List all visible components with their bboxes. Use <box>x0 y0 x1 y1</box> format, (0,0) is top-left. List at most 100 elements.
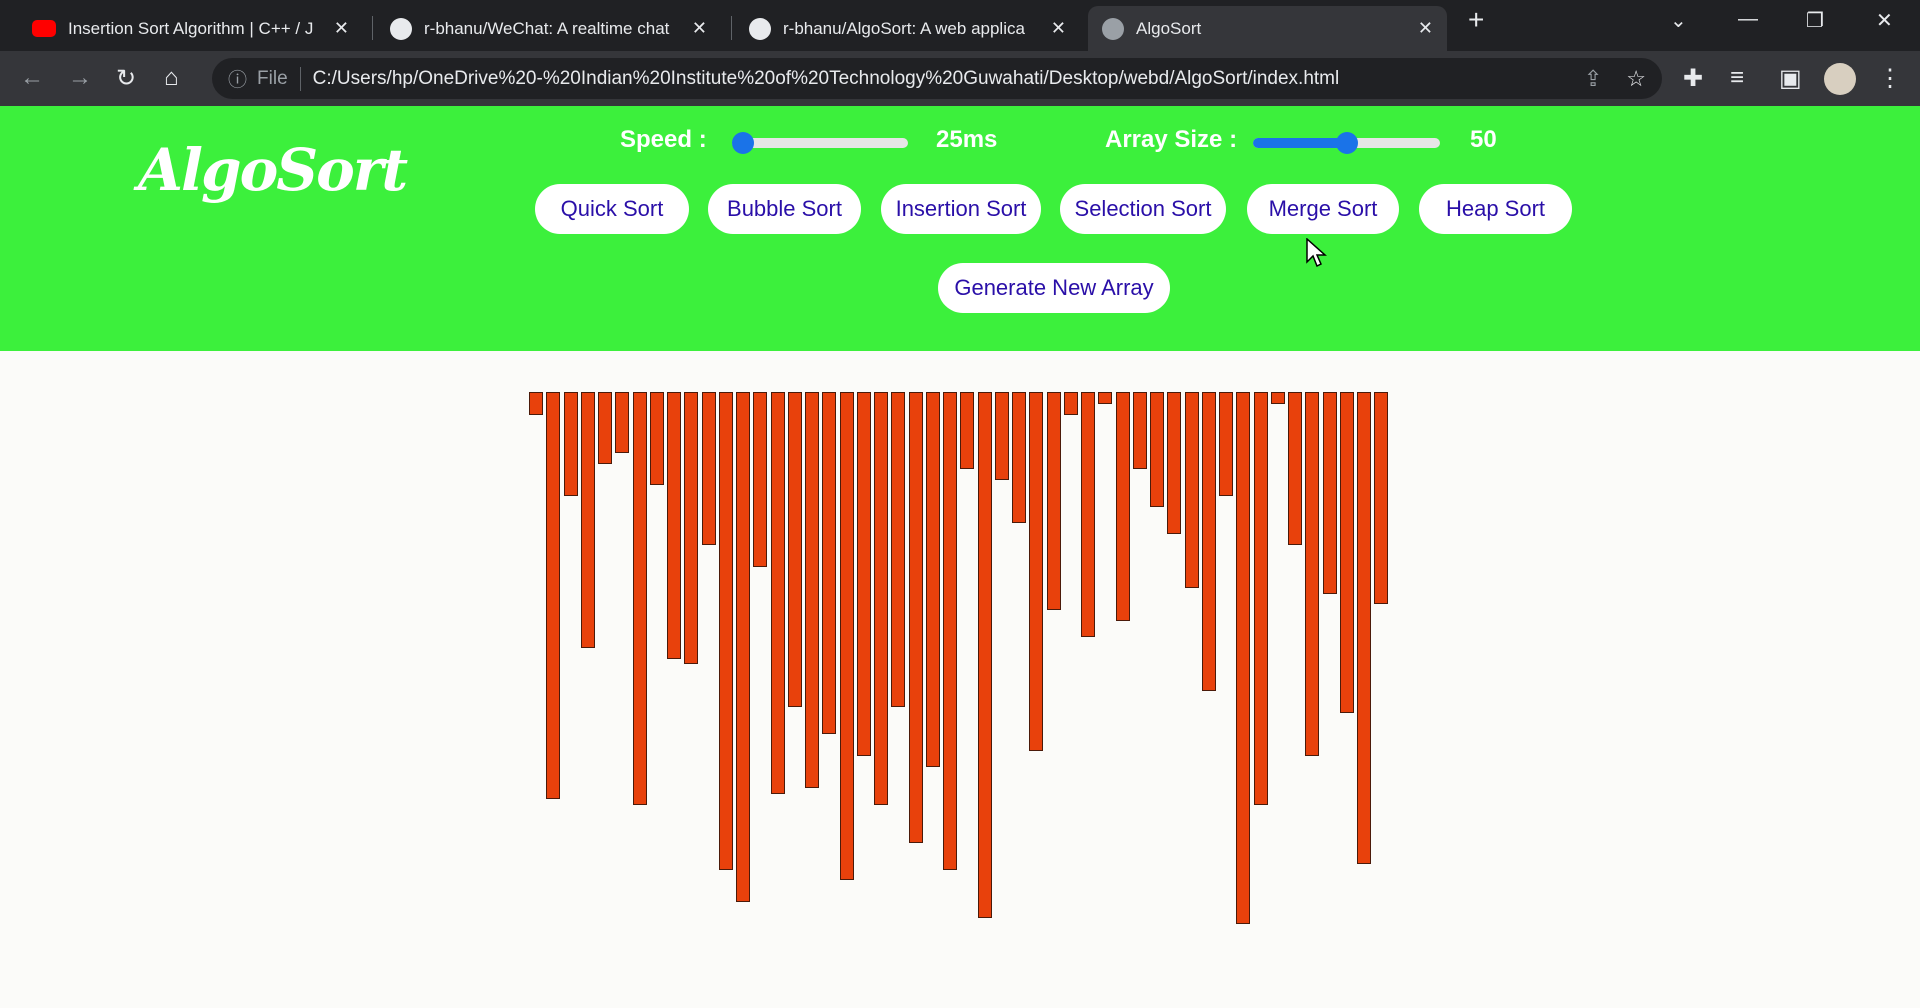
array-bar <box>874 392 888 805</box>
array-bar <box>1115 392 1130 621</box>
array-bar <box>1339 392 1354 713</box>
array-bar <box>598 392 612 464</box>
merge-sort-button[interactable]: Merge Sort <box>1247 184 1399 234</box>
insertion-sort-button[interactable]: Insertion Sort <box>881 184 1041 234</box>
address-bar[interactable]: ⓘ File C:/Users/hp/OneDrive%20-%20Indian… <box>212 58 1662 99</box>
array-bar <box>994 392 1009 480</box>
side-panel-icon[interactable]: ▣ <box>1779 64 1802 93</box>
close-window-icon[interactable]: ✕ <box>1876 8 1893 33</box>
back-icon[interactable]: ← <box>20 64 44 92</box>
array-bar <box>615 392 630 453</box>
speed-slider[interactable] <box>732 132 908 154</box>
tab-title: Insertion Sort Algorithm | C++ / J <box>68 18 314 38</box>
info-icon[interactable]: ⓘ <box>228 65 247 92</box>
array-bar <box>1132 392 1147 469</box>
divider <box>299 66 301 91</box>
github-icon <box>390 17 412 40</box>
array-bar <box>1012 392 1026 523</box>
speed-label: Speed : <box>620 126 707 153</box>
array-bar <box>580 392 595 648</box>
tab-search-icon[interactable]: ⌄ <box>1670 8 1687 33</box>
array-bar <box>1253 392 1268 805</box>
array-bar <box>667 392 681 659</box>
tab-algosort-github[interactable]: r-bhanu/AlgoSort: A web applica ✕ <box>735 6 1080 51</box>
globe-icon <box>1102 17 1124 40</box>
array-bar <box>1029 392 1044 751</box>
array-bar <box>787 392 802 707</box>
file-scheme-label: File <box>257 67 288 89</box>
extensions-icon[interactable]: ✚ <box>1683 64 1703 93</box>
heap-sort-button[interactable]: Heap Sort <box>1419 184 1572 234</box>
array-size-label: Array Size : <box>1105 126 1238 153</box>
array-bar <box>943 392 957 870</box>
tab-bar: Insertion Sort Algorithm | C++ / J ✕ r-b… <box>0 0 1920 51</box>
tab-title: r-bhanu/AlgoSort: A web applica <box>783 18 1025 38</box>
tab-algosort[interactable]: AlgoSort ✕ <box>1088 6 1447 51</box>
new-tab-button[interactable]: + <box>1468 4 1484 36</box>
minimize-icon[interactable]: — <box>1738 8 1758 31</box>
bubble-sort-button[interactable]: Bubble Sort <box>708 184 861 234</box>
array-bar <box>632 392 647 805</box>
array-bar <box>1081 392 1095 637</box>
tab-separator <box>372 16 373 40</box>
array-bar <box>1219 392 1233 496</box>
array-bar <box>718 392 733 870</box>
home-icon[interactable]: ⌂ <box>164 64 179 92</box>
array-size-slider[interactable] <box>1253 132 1440 154</box>
close-tab-icon[interactable]: ✕ <box>1418 18 1433 39</box>
array-bar <box>1236 392 1251 924</box>
media-icon[interactable]: ≡ <box>1730 64 1744 92</box>
tab-youtube[interactable]: Insertion Sort Algorithm | C++ / J ✕ <box>18 6 363 51</box>
url-text[interactable]: C:/Users/hp/OneDrive%20-%20Indian%20Inst… <box>313 68 1340 90</box>
tab-title: r-bhanu/WeChat: A realtime chat <box>424 18 670 38</box>
forward-icon[interactable]: → <box>68 64 92 92</box>
youtube-icon <box>32 20 56 37</box>
github-icon <box>749 17 771 40</box>
tab-separator <box>731 16 732 40</box>
array-bar <box>563 392 578 496</box>
array-bar <box>908 392 923 843</box>
array-bar <box>529 392 543 415</box>
array-bar <box>856 392 871 756</box>
close-tab-icon[interactable]: ✕ <box>334 18 349 39</box>
logo: AlgoSort <box>138 136 408 204</box>
array-bar <box>649 392 664 485</box>
share-icon[interactable]: ⇪ <box>1584 66 1602 92</box>
array-bar <box>1150 392 1164 507</box>
quick-sort-button[interactable]: Quick Sort <box>535 184 689 234</box>
array-size-value: 50 <box>1470 126 1497 153</box>
close-tab-icon[interactable]: ✕ <box>1051 18 1066 39</box>
array-bar <box>977 392 992 918</box>
speed-value: 25ms <box>936 126 998 153</box>
array-bar <box>736 392 750 902</box>
array-bar <box>1305 392 1320 756</box>
array-bar <box>1322 392 1337 594</box>
speed-slider-thumb[interactable] <box>732 132 754 154</box>
menu-icon[interactable]: ⋮ <box>1878 64 1902 93</box>
array-bar <box>1063 392 1078 415</box>
array-bar <box>753 392 768 567</box>
bookmark-star-icon[interactable]: ☆ <box>1626 66 1646 92</box>
array-bar <box>1357 392 1371 864</box>
array-bar <box>1098 392 1113 404</box>
close-tab-icon[interactable]: ✕ <box>692 18 707 39</box>
restore-icon[interactable]: ❐ <box>1806 8 1824 33</box>
profile-avatar[interactable] <box>1824 63 1856 95</box>
reload-icon[interactable]: ↻ <box>116 64 136 93</box>
selection-sort-button[interactable]: Selection Sort <box>1060 184 1226 234</box>
generate-new-array-button[interactable]: Generate New Array <box>938 263 1170 313</box>
tab-title: AlgoSort <box>1136 18 1202 38</box>
array-bar <box>891 392 906 707</box>
array-bar <box>684 392 699 664</box>
array-size-slider-fill <box>1253 138 1347 148</box>
array-bar <box>960 392 975 469</box>
mouse-cursor-icon <box>1306 238 1327 268</box>
array-bar <box>839 392 854 880</box>
array-bar <box>1184 392 1199 588</box>
array-bar <box>1046 392 1061 610</box>
tab-wechat[interactable]: r-bhanu/WeChat: A realtime chat ✕ <box>376 6 721 51</box>
array-bar <box>925 392 940 767</box>
array-bar <box>1288 392 1302 545</box>
array-size-slider-thumb[interactable] <box>1335 132 1358 154</box>
array-bar <box>822 392 837 734</box>
